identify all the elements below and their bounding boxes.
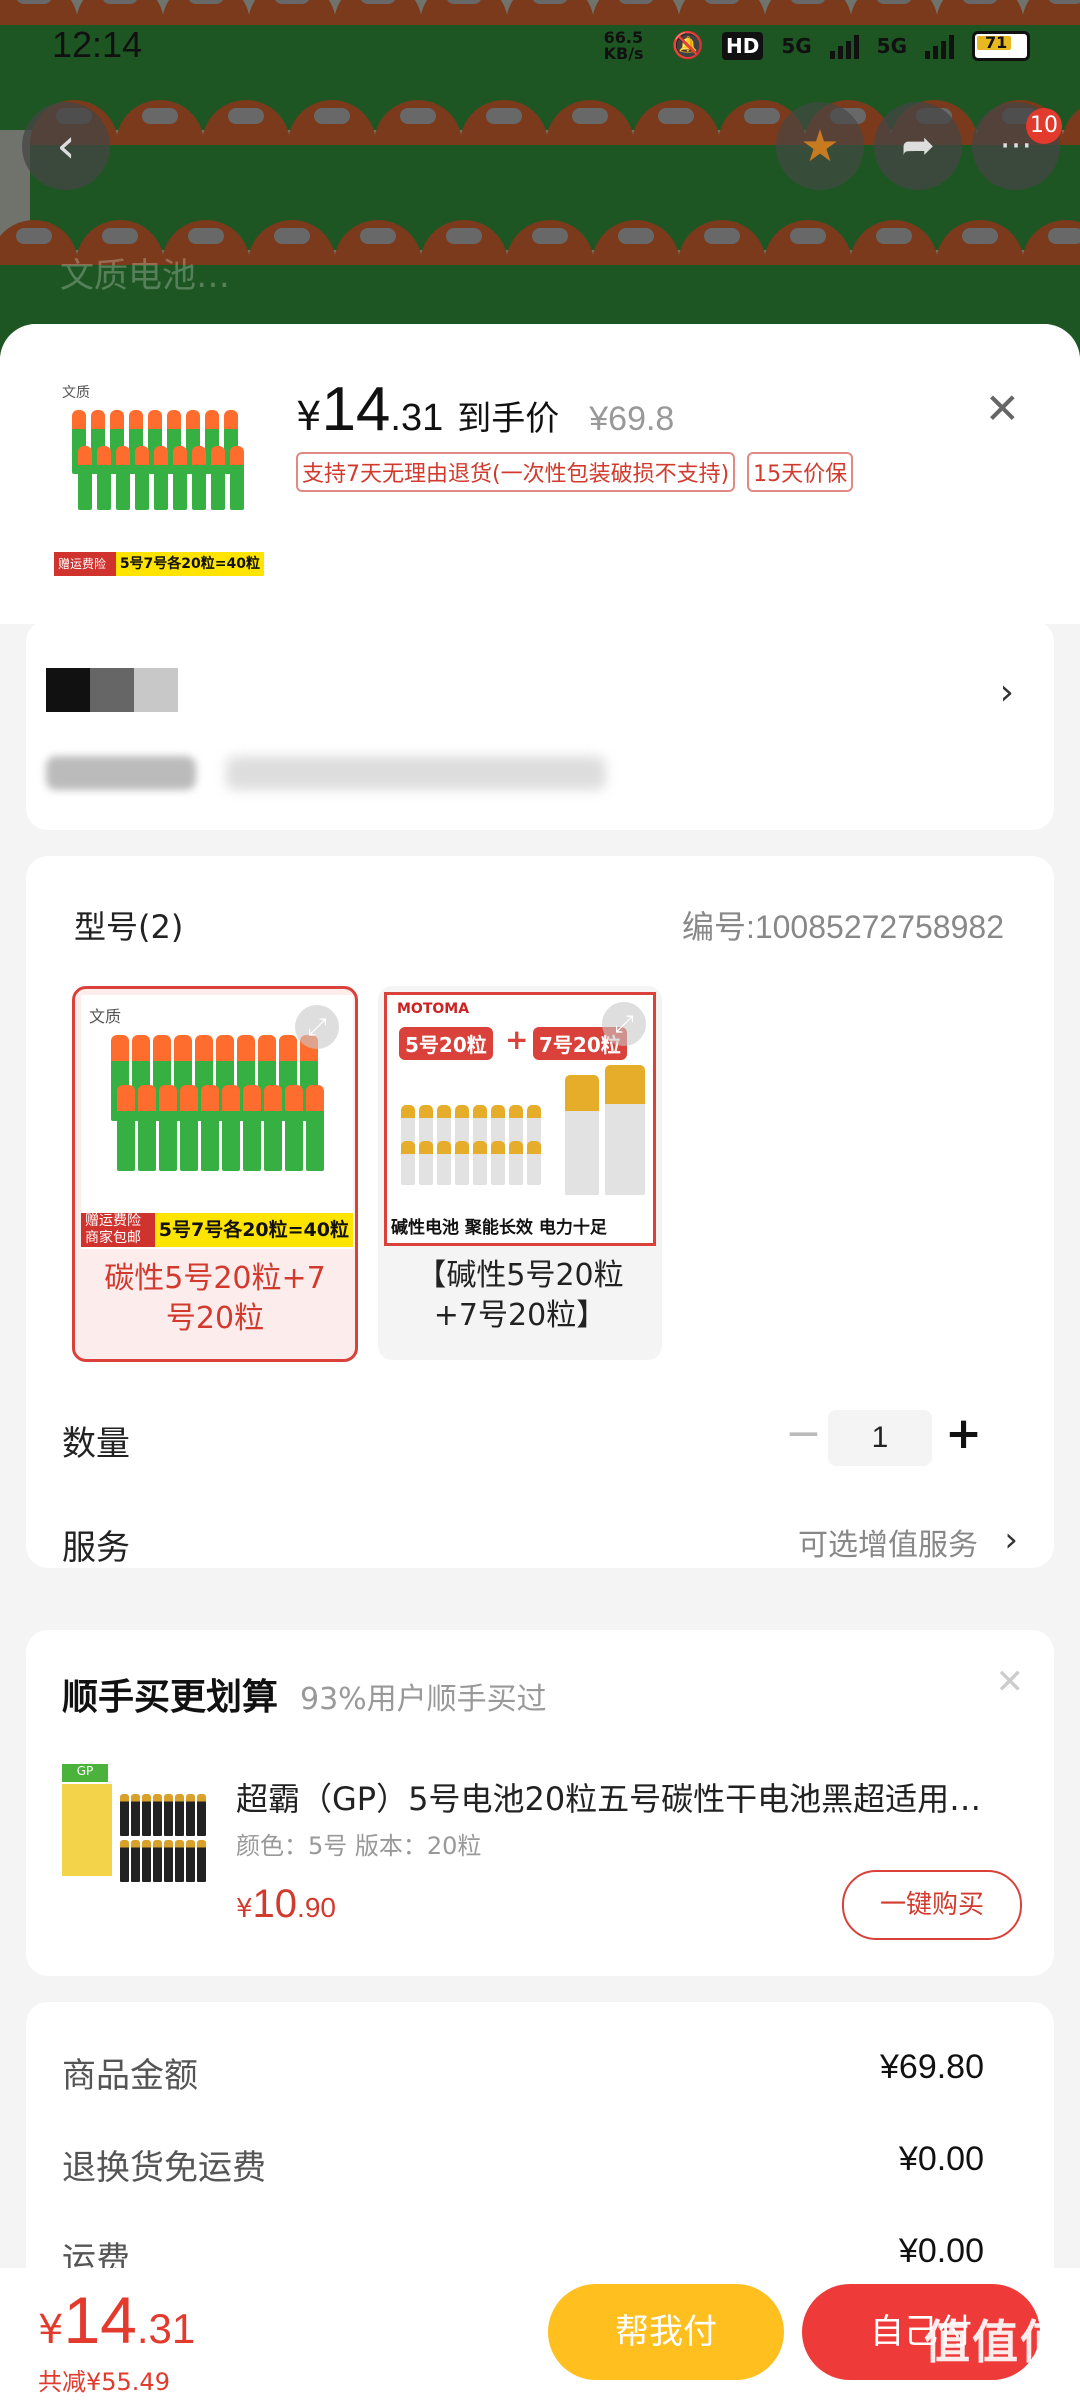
total-price: ¥ 14 .31 [38,2283,196,2357]
signal-label-2: 5G [876,34,907,58]
thumb-tag-count: 5号7号各20粒=40粒 [115,552,264,576]
addon-product-name[interactable]: 超霸（GP）5号电池20粒五号碳性干电池黑超适用… [236,1774,1026,1820]
addon-product-attrs: 颜色：5号 版本：20粒 [236,1832,482,1860]
star-icon: ★ [800,120,840,172]
product-thumbnail[interactable]: 文质 赠运费险 商家包邮 5号7号各20粒=40粒 [54,376,264,586]
close-icon[interactable]: ✕ [985,384,1020,433]
bottom-action-bar: ¥ 14 .31 共减¥55.49 帮我付 自己付 值值值 [0,2268,1080,2400]
battery-icon: 71 [972,31,1030,61]
close-icon[interactable]: ✕ [996,1662,1025,1702]
one-click-buy-button[interactable]: 一键购买 [842,1870,1022,1940]
sheet-header: 文质 赠运费险 商家包邮 5号7号各20粒=40粒 ¥ 14 .31 到手价 ¥… [0,324,1080,624]
spec-option-label: 【碱性5号20粒+7号20粒】 [416,1258,624,1333]
quantity-label: 数量 [62,1424,130,1464]
purchase-sheet: 文质 赠运费险 商家包邮 5号7号各20粒=40粒 ¥ 14 .31 到手价 ¥… [0,324,1080,2400]
total-saving: 共减¥55.49 [38,2368,170,2396]
addon-product-image[interactable]: GP [62,1764,212,1896]
thumb-brand: 文质 [62,385,90,401]
notification-badge: 10 [1026,108,1062,144]
spec-card: 型号(2) 编号:10085272758982 文质 赠运费险 商家包邮 5号7… [26,856,1054,1568]
price-label: 到手价 [457,399,560,439]
price-protect-badge: 15天价保 [747,452,854,492]
quantity-input[interactable]: 1 [828,1410,932,1466]
final-price: ¥ 14 .31 到手价 ¥69.8 [296,375,675,444]
plus-icon[interactable]: + [945,1408,982,1459]
share-button[interactable]: ➦ [874,102,962,190]
product-code: 编号:10085272758982 [681,909,1004,945]
spec-heading: 型号(2) [74,908,184,946]
expand-icon[interactable]: ⤢ [295,1005,339,1049]
watermark: 值值值 [924,2315,1068,2369]
mute-icon: 🔕 [671,31,704,61]
thumb-tag-shipping: 赠运费险 商家包邮 [54,552,116,586]
summary-value: ¥69.80 [880,2048,984,2086]
spec-option-carbon[interactable]: 文质 赠运费险 商家包邮 5号7号各20粒=40粒 ⤢ 碳性5号20粒+7号20… [72,986,358,1362]
favorite-button[interactable]: ★ [776,102,864,190]
summary-label: 商品金额 [62,2056,198,2096]
address-card[interactable]: › [26,620,1054,830]
minus-icon[interactable]: − [785,1408,822,1459]
service-value: 可选增值服务 [798,1528,978,1563]
hd-badge: HD [721,32,764,60]
back-button[interactable]: ‹ [22,102,110,190]
signal-label-1: 5G [781,34,812,58]
signal-icon [829,33,859,59]
expand-icon[interactable]: ⤢ [602,1002,646,1046]
search-hint: 文质电池… [60,256,230,296]
spec-option-alkaline[interactable]: MOTOMA 5号20粒 + 7号20粒 碱性电池 聚能长效 电力十足 ⤢ 【碱… [378,986,662,1360]
addon-subtitle: 93%用户顺手买过 [300,1682,547,1717]
service-row[interactable]: 服务 可选增值服务 › [62,1520,1018,1569]
addon-card: 顺手买更划算 93%用户顺手买过 ✕ GP 超霸（GP）5号电池20粒五号碳性干… [26,1630,1054,1976]
share-icon: ➦ [901,123,935,169]
quantity-row: 数量 − 1 + [62,1408,1018,1466]
service-label: 服务 [62,1528,130,1568]
status-bar: 12:14 66.5 KB/s 🔕 HD 5G 5G 71 [0,0,1080,96]
original-price: ¥69.8 [589,400,675,438]
summary-label: 退换货免运费 [62,2148,266,2188]
addon-title: 顺手买更划算 [62,1677,279,1718]
status-time: 12:14 [52,24,143,65]
chevron-right-icon: › [999,672,1014,713]
summary-value: ¥0.00 [898,2140,984,2178]
addon-price: ¥ 10 .90 [236,1882,336,1926]
signal-icon-2 [925,33,954,59]
chevron-left-icon: ‹ [56,118,76,174]
chevron-right-icon: › [1004,1520,1018,1560]
spec-option-label: 碳性5号20粒+7号20粒 [104,1261,326,1336]
summary-value: ¥0.00 [898,2232,984,2270]
net-speed: 66.5 KB/s [603,28,644,63]
help-pay-button[interactable]: 帮我付 [548,2284,784,2380]
return-policy-badge: 支持7天无理由退货(一次性包装破损不支持) [296,452,736,492]
